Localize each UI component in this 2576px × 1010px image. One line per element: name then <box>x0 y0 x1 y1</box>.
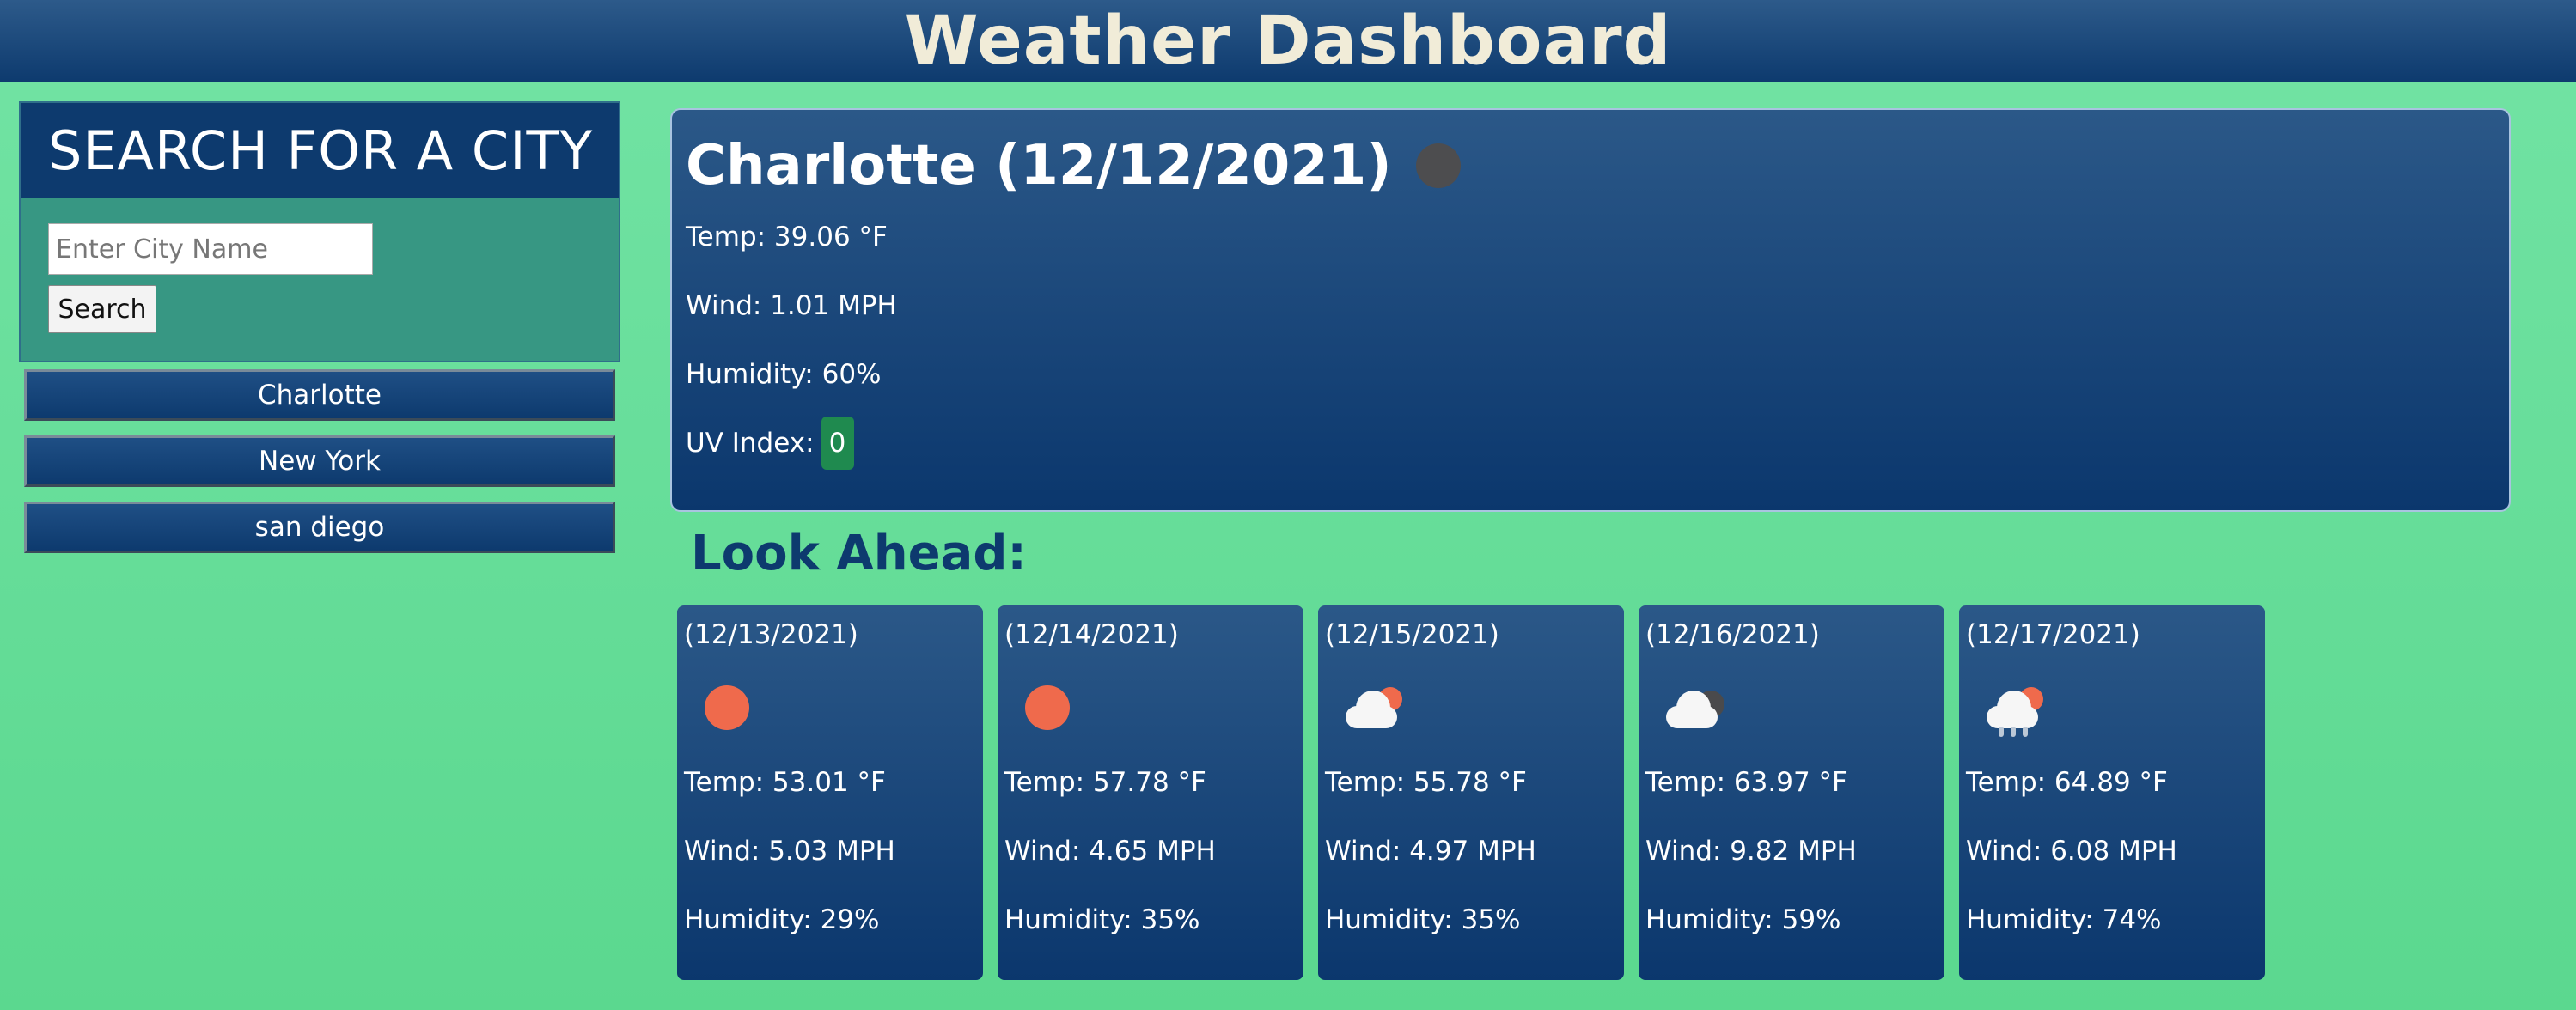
current-weather-header: Charlotte (12/12/2021) <box>686 129 2495 203</box>
forecast-temp: Temp: 55.78 °F <box>1325 767 1527 798</box>
forecast-date: (12/15/2021) <box>1325 619 1499 650</box>
forecast-wind: Wind: 5.03 MPH <box>684 836 895 867</box>
forecast-temp: Temp: 57.78 °F <box>1004 767 1206 798</box>
search-panel-header: SEARCH FOR A CITY <box>21 103 619 198</box>
sun-icon <box>1025 685 1070 730</box>
forecast-card: (12/14/2021) Temp: 57.78 °F Wind: 4.65 M… <box>998 605 1303 980</box>
search-button[interactable]: Search <box>48 285 156 333</box>
search-history: Charlotte New York san diego <box>24 369 615 568</box>
forecast-wind: Wind: 4.65 MPH <box>1004 836 1216 867</box>
sun-icon <box>705 685 749 730</box>
current-temp: Temp: 39.06 °F <box>686 222 888 252</box>
search-form: Search <box>21 198 619 359</box>
page-title: Weather Dashboard <box>904 3 1672 80</box>
forecast-humidity: Humidity: 35% <box>1004 904 1200 935</box>
forecast-list: (12/13/2021) Temp: 53.01 °F Wind: 5.03 M… <box>677 605 2280 980</box>
current-wind: Wind: 1.01 MPH <box>686 290 897 321</box>
current-humidity: Humidity: 60% <box>686 359 882 390</box>
forecast-title: Look Ahead: <box>691 526 1027 581</box>
rain-icon <box>1987 684 2045 737</box>
history-button-san-diego[interactable]: san diego <box>24 502 615 553</box>
forecast-temp: Temp: 64.89 °F <box>1966 767 2168 798</box>
forecast-temp: Temp: 53.01 °F <box>684 767 886 798</box>
app-header: Weather Dashboard <box>0 0 2576 82</box>
forecast-wind: Wind: 6.08 MPH <box>1966 836 2177 867</box>
forecast-humidity: Humidity: 35% <box>1325 904 1521 935</box>
forecast-wind: Wind: 4.97 MPH <box>1325 836 1536 867</box>
uv-label: UV Index: <box>686 428 815 459</box>
history-button-new-york[interactable]: New York <box>24 435 615 487</box>
forecast-date: (12/13/2021) <box>684 619 858 650</box>
forecast-card: (12/16/2021) Temp: 63.97 °F Wind: 9.82 M… <box>1639 605 1944 980</box>
search-panel-title: SEARCH FOR A CITY <box>48 119 594 182</box>
forecast-card: (12/13/2021) Temp: 53.01 °F Wind: 5.03 M… <box>677 605 983 980</box>
uv-badge: 0 <box>821 417 854 470</box>
forecast-humidity: Humidity: 74% <box>1966 904 2162 935</box>
current-uv-index: UV Index: 0 <box>686 409 2495 478</box>
forecast-date: (12/16/2021) <box>1645 619 1820 650</box>
current-weather-card: Charlotte (12/12/2021) Temp: 39.06 °F Wi… <box>670 108 2511 512</box>
history-button-charlotte[interactable]: Charlotte <box>24 369 615 421</box>
search-panel: SEARCH FOR A CITY Search <box>19 101 620 362</box>
current-city-title: Charlotte (12/12/2021) <box>686 134 1392 198</box>
partly-cloudy-icon <box>1346 684 1404 732</box>
forecast-card: (12/15/2021) Temp: 55.78 °F Wind: 4.97 M… <box>1318 605 1624 980</box>
forecast-humidity: Humidity: 29% <box>684 904 880 935</box>
forecast-date: (12/17/2021) <box>1966 619 2140 650</box>
forecast-wind: Wind: 9.82 MPH <box>1645 836 1857 867</box>
forecast-temp: Temp: 63.97 °F <box>1645 767 1847 798</box>
moon-icon <box>1415 143 1461 188</box>
forecast-card: (12/17/2021) Temp: 64.89 °F Wind: 6.08 M… <box>1959 605 2265 980</box>
city-search-input[interactable] <box>48 223 373 275</box>
cloudy-night-icon <box>1666 684 1724 732</box>
forecast-date: (12/14/2021) <box>1004 619 1179 650</box>
forecast-humidity: Humidity: 59% <box>1645 904 1841 935</box>
